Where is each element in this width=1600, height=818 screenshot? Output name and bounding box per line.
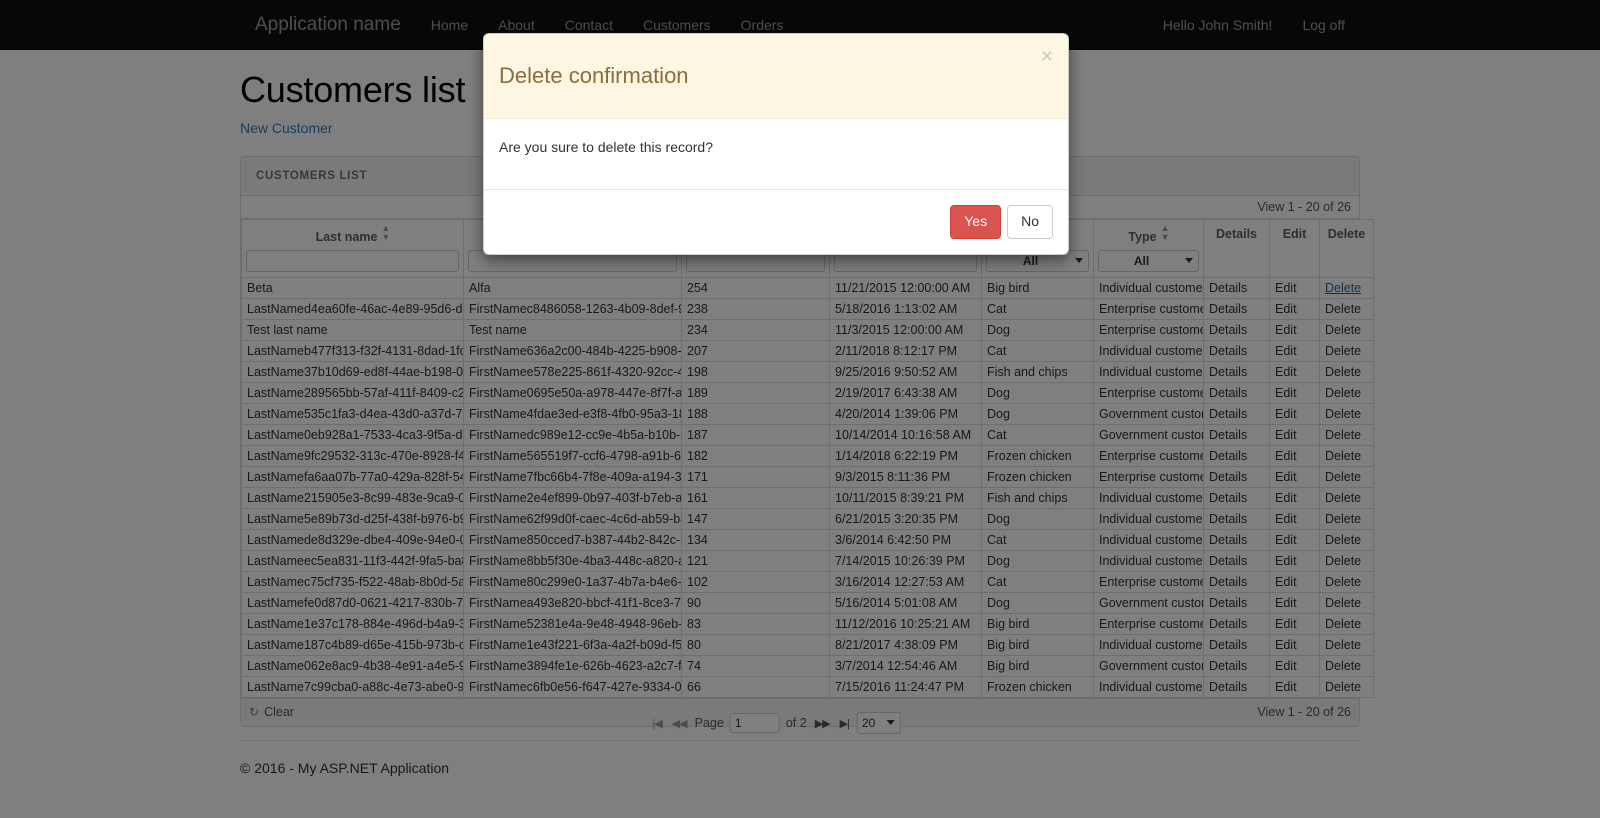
modal-title: Delete confirmation — [499, 63, 689, 88]
confirm-yes-button[interactable]: Yes — [950, 205, 1002, 239]
confirm-no-button[interactable]: No — [1007, 205, 1053, 239]
modal-footer: Yes No — [484, 189, 1068, 254]
modal-message: Are you sure to delete this record? — [499, 139, 714, 155]
modal-body: Are you sure to delete this record? — [484, 119, 1068, 189]
delete-confirmation-modal: × Delete confirmation Are you sure to de… — [483, 33, 1069, 255]
close-icon[interactable]: × — [1041, 46, 1053, 67]
modal-header: × Delete confirmation — [484, 34, 1068, 119]
